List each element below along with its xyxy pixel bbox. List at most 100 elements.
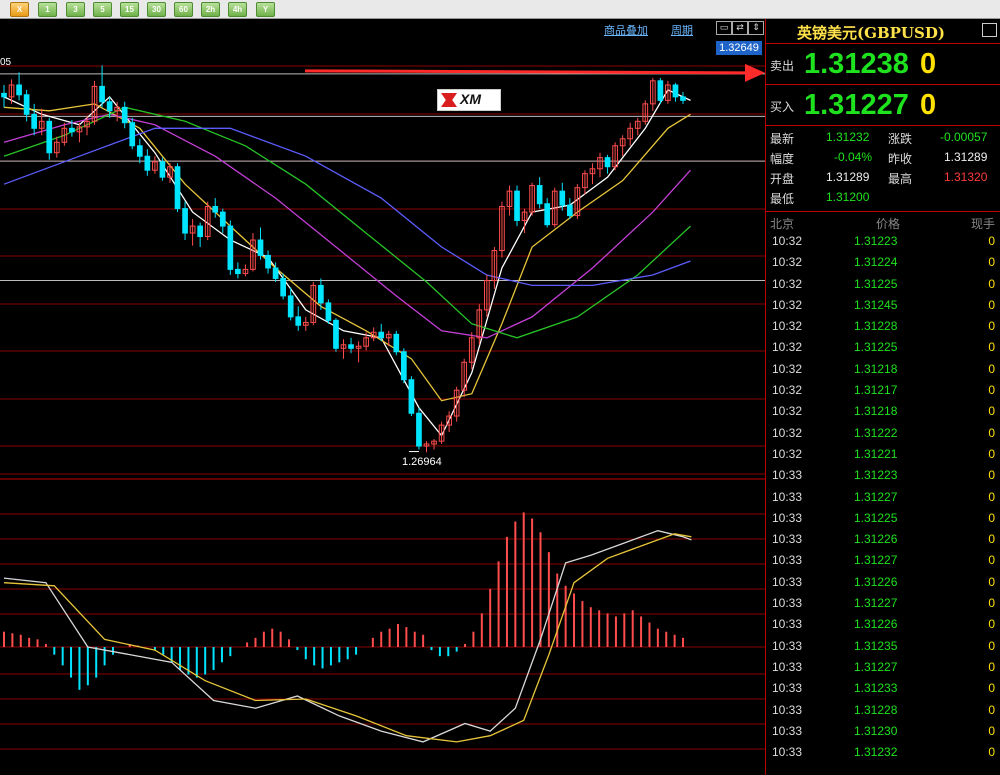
candle	[227, 225, 234, 270]
tick-time: 10:32	[772, 425, 803, 440]
tick-volume: 0	[988, 361, 995, 376]
panel-maximize-icon[interactable]	[982, 23, 997, 37]
candle	[559, 190, 566, 206]
tick-volume: 0	[988, 255, 995, 270]
tick-row: 10:33 1.31226 0	[766, 614, 1000, 635]
tick-price: 1.31226	[854, 574, 898, 589]
tick-time: 10:32	[772, 319, 803, 334]
toolbar-button-3m[interactable]: 3	[66, 2, 85, 17]
tick-price: 1.31226	[854, 532, 898, 547]
tick-volume: 0	[988, 532, 995, 547]
toolbar-button-5m[interactable]: 5	[93, 2, 112, 17]
change-value: -0.00057	[940, 130, 988, 144]
open-label: 开盘	[770, 172, 795, 186]
window-restore-icon[interactable]: ▭	[716, 21, 732, 35]
candle	[235, 268, 241, 275]
toolbar-button-1m[interactable]: 1	[38, 2, 57, 17]
candle	[566, 204, 573, 217]
tick-volume: 0	[988, 702, 995, 717]
symbol-title: 英镑美元(GBPUSD)	[797, 24, 945, 42]
xm-logo-text: XM	[460, 91, 481, 107]
tick-time: 10:33	[772, 659, 803, 674]
tick-price: 1.31232	[854, 745, 898, 760]
tick-row: 10:33 1.31227 0	[766, 550, 1000, 571]
tick-time: 10:33	[772, 489, 803, 504]
candle	[23, 94, 30, 115]
candle	[544, 203, 551, 226]
toolbar-button-15m[interactable]: 15	[120, 2, 139, 17]
tick-row: 10:32 1.31224 0	[766, 252, 1000, 273]
candle	[265, 254, 271, 269]
toolbar-button-close[interactable]: X	[10, 2, 29, 17]
tick-price: 1.31225	[854, 340, 898, 355]
window-switch-icon[interactable]: ⇄	[732, 21, 748, 35]
tick-time: 10:33	[772, 745, 803, 760]
tick-volume: 0	[988, 404, 995, 419]
tick-time: 10:32	[772, 446, 803, 461]
candle	[536, 185, 543, 205]
buy-label: 买入	[770, 100, 795, 114]
buy-price: 1.31227	[804, 89, 909, 121]
tick-price: 1.31221	[854, 446, 898, 461]
xm-logo-icon	[441, 93, 457, 107]
tick-volume: 0	[988, 425, 995, 440]
tick-volume: 0	[988, 617, 995, 632]
tick-volume: 0	[988, 574, 995, 589]
tick-price: 1.31225	[854, 510, 898, 525]
overlay-link[interactable]: 商品叠加	[604, 22, 648, 38]
ticks-header-time: 北京	[770, 217, 795, 231]
tick-row: 10:33 1.31233 0	[766, 678, 1000, 699]
sell-label: 卖出	[770, 59, 795, 73]
tick-volume: 0	[988, 468, 995, 483]
quote-panel: 英镑美元(GBPUSD) 卖出 1.31238 0 买入 1.31227 0 最…	[765, 19, 1000, 775]
tick-price: 1.31233	[854, 681, 898, 696]
tick-row: 10:32 1.31225 0	[766, 337, 1000, 358]
tick-price: 1.31223	[854, 234, 898, 248]
prev-close-value: 1.31289	[944, 150, 988, 164]
tick-time: 10:33	[772, 617, 803, 632]
ticks-header-vol: 现手	[970, 217, 995, 231]
candle	[159, 161, 166, 178]
low-label: 最低	[770, 192, 795, 206]
tick-time: 10:32	[772, 361, 803, 376]
quote-stats: 最新 1.31232 涨跌 -0.00057 幅度 -0.04% 昨收 1.31…	[766, 127, 1000, 212]
candle	[197, 225, 203, 238]
tick-price: 1.31225	[854, 276, 898, 291]
prev-close-label: 昨收	[888, 152, 913, 166]
tick-time: 10:32	[772, 297, 803, 312]
sell-price: 1.31238	[804, 48, 909, 80]
moving-average-ma4	[3, 106, 691, 339]
tick-volume: 0	[988, 553, 995, 568]
tick-price: 1.31222	[854, 425, 898, 440]
tick-volume: 0	[988, 596, 995, 611]
toolbar-button-60m[interactable]: 60	[174, 2, 193, 17]
last-label: 最新	[770, 132, 795, 146]
tick-time: 10:33	[772, 596, 803, 611]
tick-time: 10:32	[772, 383, 803, 398]
chart-area[interactable]: 商品叠加 周期 ▭ ⇄ ⇕ 1.32649 XM 05 1.26964	[0, 19, 765, 775]
high-value: 1.31320	[944, 170, 988, 184]
toolbar-button-2h[interactable]: 2h	[201, 2, 220, 17]
tick-volume: 0	[988, 510, 995, 525]
tick-price: 1.31218	[854, 404, 898, 419]
period-toolbar: X 1 3 5 15 30 60 2h 4h Y	[0, 0, 1000, 19]
toolbar-button-30m[interactable]: 30	[147, 2, 166, 17]
tick-time: 10:33	[772, 468, 803, 483]
tick-time: 10:32	[772, 255, 803, 270]
tick-price: 1.31223	[854, 468, 898, 483]
tick-price: 1.31224	[854, 255, 898, 270]
tick-row: 10:32 1.31228 0	[766, 316, 1000, 337]
annotation-arrow	[304, 69, 746, 75]
period-link[interactable]: 周期	[671, 22, 693, 38]
pct-value: -0.04%	[834, 150, 873, 164]
tick-row: 10:33 1.31226 0	[766, 572, 1000, 593]
moving-average-ma2	[3, 103, 691, 402]
toolbar-button-y[interactable]: Y	[256, 2, 275, 17]
tick-volume: 0	[988, 319, 995, 334]
candle	[295, 316, 302, 326]
top-left-price-label: 05	[0, 57, 12, 68]
window-expand-icon[interactable]: ⇕	[748, 21, 764, 35]
toolbar-button-4h[interactable]: 4h	[228, 2, 247, 17]
pct-label: 幅度	[770, 152, 795, 166]
chart-canvas[interactable]	[0, 19, 765, 775]
